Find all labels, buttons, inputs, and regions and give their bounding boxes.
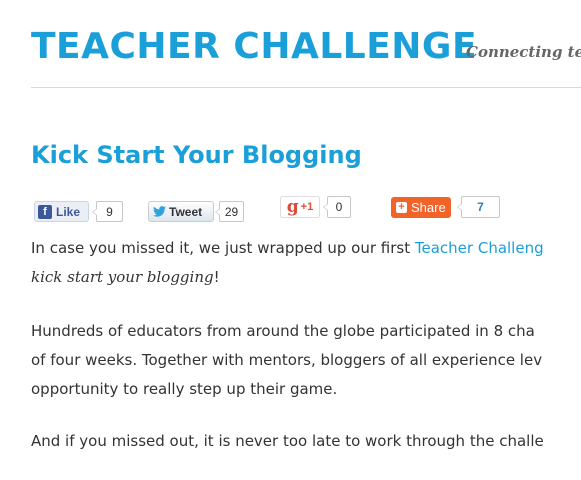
paragraph-missed-out: And if you missed out, it is never too l…	[31, 427, 581, 456]
facebook-like-button[interactable]: f Like	[34, 201, 89, 222]
site-title[interactable]: TEACHER CHALLENGE	[31, 24, 477, 70]
tweet-button[interactable]: Tweet	[148, 201, 214, 222]
share-button[interactable]: + Share	[391, 197, 451, 218]
share-label: Share	[411, 200, 446, 215]
site-tagline: Connecting tea	[466, 43, 581, 61]
paragraph-line: Hundreds of educators from around the gl…	[31, 322, 535, 340]
facebook-icon: f	[38, 204, 52, 219]
post-title[interactable]: Kick Start Your Blogging	[31, 139, 362, 171]
teacher-challenge-link[interactable]: Teacher Challeng	[415, 239, 544, 257]
facebook-like-label: Like	[56, 204, 81, 219]
intro-text: In case you missed it, we just wrapped u…	[31, 239, 415, 257]
paragraph-line: of four weeks. Together with mentors, bl…	[31, 351, 543, 369]
header-divider	[31, 87, 581, 88]
intro-text-end: !	[213, 268, 220, 286]
emphasized-text: kick start your blogging	[31, 268, 214, 286]
google-plus-one-count: 0	[323, 196, 351, 218]
paragraph-intro: In case you missed it, we just wrapped u…	[31, 234, 581, 292]
paragraph-line: opportunity to really step up their game…	[31, 380, 338, 398]
share-plus-icon: +	[396, 202, 407, 213]
paragraph-line: And if you missed out, it is never too l…	[31, 432, 544, 450]
paragraph-line: In case you missed it, we just wrapped u…	[31, 234, 581, 263]
twitter-bird-icon	[153, 206, 166, 217]
google-plus-icon: g	[286, 196, 299, 217]
google-plus-one-label: +1	[300, 201, 314, 213]
paragraph-line: kick start your blogging!	[31, 263, 581, 292]
facebook-like-count: 9	[92, 201, 123, 222]
share-count: 7	[457, 196, 500, 218]
tweet-label: Tweet	[169, 204, 203, 219]
google-plus-one-button[interactable]: g +1	[280, 196, 320, 218]
paragraph-participants: Hundreds of educators from around the gl…	[31, 317, 581, 404]
tweet-count: 29	[215, 201, 244, 222]
